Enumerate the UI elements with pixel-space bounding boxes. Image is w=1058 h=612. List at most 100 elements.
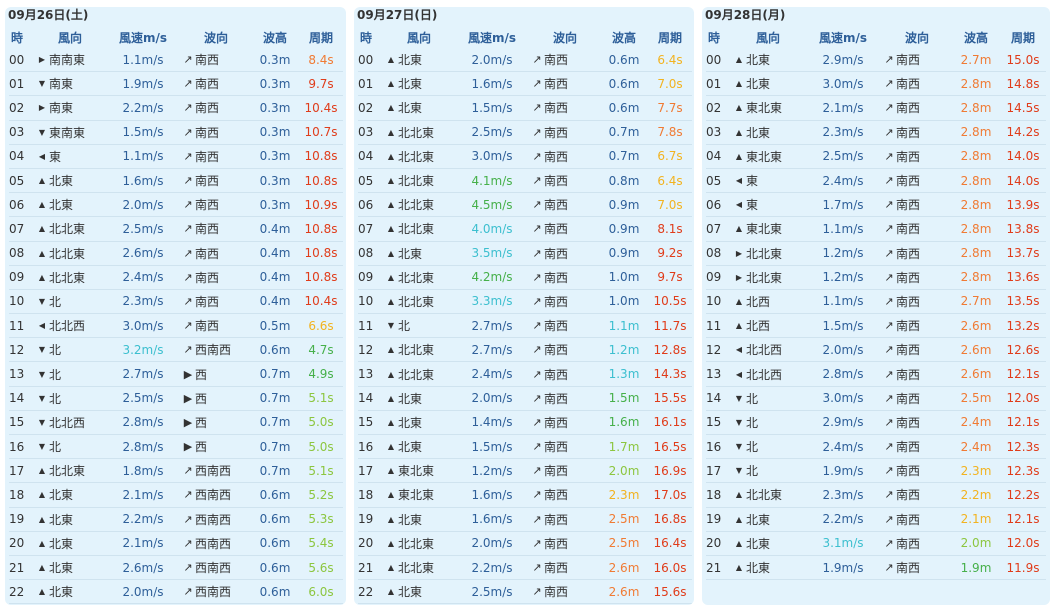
wind-speed-cell: 3.3m/s (454, 289, 530, 315)
wave-direction-cell: ↗ 南西 (882, 120, 952, 145)
arrow-northeast-icon: ↗ (884, 77, 894, 91)
arrow-northeast-icon: ↗ (532, 561, 542, 575)
wave-direction-label: 南西 (544, 464, 569, 479)
wave-height-cell: 2.8m (952, 144, 1000, 169)
wind-direction-label: 北東 (49, 488, 74, 503)
wind-direction-cell: ▲ 北東 (732, 120, 804, 145)
wave-height-cell: 0.7m (251, 361, 299, 387)
arrow-right-icon: ▶ (183, 440, 193, 454)
hour-cell: 04 (706, 144, 732, 169)
arrow-northeast-icon: ↗ (884, 343, 894, 357)
wind-direction-label: 北北東 (398, 125, 435, 140)
wave-direction-label: 南西 (896, 464, 921, 479)
wind-direction-label: 北 (49, 367, 62, 382)
wave-direction-cell: ↗ 南西 (882, 458, 952, 484)
wave-direction-label: 南西 (896, 149, 921, 164)
wind-direction-cell: ▼ 北 (35, 386, 105, 411)
wind-direction-label: 北 (49, 440, 62, 455)
forecast-panel-1: 09月26日(土) 時 風向 風速m/s 波向 波高 周期 00 ▶ 南南東 1.1m… (5, 7, 346, 605)
hour-cell: 14 (358, 386, 384, 411)
wave-height-cell: 2.1m (952, 507, 1000, 532)
wave-period-cell: 12.0s (1000, 531, 1046, 556)
hour-cell: 13 (9, 361, 35, 387)
wind-direction-cell: ▲ 北北東 (732, 482, 804, 508)
forecast-panel-2: 09月27日(日) 時 風向 風速m/s 波向 波高 周期 00 ▲ 北東 2.0m/… (354, 7, 694, 605)
hour-cell: 11 (706, 313, 732, 339)
table-row: 07 ▲ 北北東 2.5m/s ↗ 南西 0.4m 10.8s (9, 216, 343, 242)
wave-period-cell: 16.0s (648, 555, 692, 581)
hour-cell: 10 (706, 289, 732, 315)
table-row: 01 ▲ 北東 1.6m/s ↗ 南西 0.6m 7.0s (358, 71, 692, 97)
wave-direction-label: 南西 (544, 149, 569, 164)
wave-height-cell: 2.0m (952, 531, 1000, 556)
wind-speed-cell: 3.0m/s (454, 144, 530, 169)
arrow-northeast-icon: ↗ (532, 391, 542, 405)
hour-cell: 19 (9, 507, 35, 532)
wind-direction-cell: ▲ 北東 (732, 48, 804, 73)
wave-height-cell: 0.6m (251, 482, 299, 508)
wind-direction-cell: ▲ 北東 (384, 507, 454, 532)
table-row: 22 ▲ 北東 2.0m/s ↗ 西南西 0.6m 6.0s (9, 579, 343, 605)
table-row: 08 ▲ 北北東 2.6m/s ↗ 南西 0.4m 10.8s (9, 241, 343, 266)
arrow-up-icon: ▲ (38, 514, 46, 524)
wave-direction-label: 南西 (544, 77, 569, 92)
wave-direction-cell: ↗ 南西 (181, 313, 251, 339)
wave-direction-label: 南西 (544, 125, 569, 140)
wind-direction-cell: ▲ 北東 (35, 579, 105, 605)
wind-direction-label: 北北東 (398, 367, 435, 382)
wave-direction-label: 南西 (896, 222, 921, 237)
arrow-northeast-icon: ↗ (884, 512, 894, 526)
wind-speed-cell: 2.8m/s (804, 361, 882, 387)
table-row: 16 ▲ 北東 1.5m/s ↗ 南西 1.7m 16.5s (358, 434, 692, 460)
table-row: 15 ▼ 北 2.9m/s ↗ 南西 2.4m 12.1s (706, 410, 1046, 436)
wind-speed-cell: 1.1m/s (105, 144, 181, 169)
table-row: 13 ◀ 北北西 2.8m/s ↗ 南西 2.6m 12.1s (706, 361, 1046, 387)
wind-direction-cell: ▲ 北北東 (35, 216, 105, 242)
hour-cell: 00 (9, 48, 35, 73)
arrow-down-icon: ▼ (38, 417, 46, 427)
wave-direction-label: 南西 (896, 440, 921, 455)
wind-direction-cell: ▲ 北東 (384, 386, 454, 411)
wave-height-cell: 0.3m (251, 192, 299, 218)
wave-height-cell: 0.4m (251, 241, 299, 266)
wave-period-cell: 5.0s (299, 410, 343, 436)
wave-direction-label: 南西 (896, 367, 921, 382)
arrow-up-icon: ▲ (38, 490, 46, 500)
wind-speed-cell: 1.6m/s (105, 168, 181, 194)
wind-speed-cell: 2.3m/s (804, 120, 882, 145)
wave-direction-cell: ↗ 南西 (530, 192, 600, 218)
wave-direction-cell: ↗ 西南西 (181, 555, 251, 581)
wave-period-cell: 10.8s (299, 241, 343, 266)
wave-direction-cell: ↗ 西南西 (181, 482, 251, 508)
wind-direction-label: 北東 (49, 561, 74, 576)
wave-direction-label: 西 (195, 440, 208, 455)
wind-speed-cell: 2.4m/s (105, 265, 181, 290)
wind-direction-label: 北北東 (398, 343, 435, 358)
table-row: 06 ▲ 北北東 4.5m/s ↗ 南西 0.9m 7.0s (358, 192, 692, 218)
hour-cell: 05 (9, 168, 35, 194)
wave-direction-cell: ↗ 南西 (530, 531, 600, 556)
wind-direction-cell: ▲ 北北東 (384, 216, 454, 242)
wave-height-cell: 0.6m (600, 71, 648, 97)
hour-cell: 07 (358, 216, 384, 242)
wind-direction-label: 北東 (398, 101, 423, 116)
wave-period-cell: 10.4s (299, 289, 343, 315)
wind-direction-label: 北北東 (398, 294, 435, 309)
wave-period-cell: 10.8s (299, 216, 343, 242)
arrow-up-icon: ▲ (735, 490, 743, 500)
wind-direction-label: 北 (746, 415, 759, 430)
wave-direction-label: 南西 (195, 77, 220, 92)
wind-speed-cell: 1.6m/s (454, 482, 530, 508)
header-wind-direction: 風向 (57, 30, 82, 45)
header-wind-speed: 風速m/s (467, 30, 517, 45)
arrow-northeast-icon: ↗ (532, 125, 542, 139)
header-hour: 時 (708, 30, 721, 45)
hour-cell: 12 (9, 337, 35, 363)
header-wave-height: 波高 (262, 30, 287, 45)
wind-direction-cell: ▲ 北北東 (35, 458, 105, 484)
arrow-down-icon: ▼ (38, 296, 46, 306)
wind-speed-cell: 2.6m/s (105, 241, 181, 266)
hour-cell: 13 (358, 361, 384, 387)
forecast-table: 時 風向 風速m/s 波向 波高 周期 00 ▶ 南南東 1.1m/s ↗ 南西 0.3m 8… (9, 26, 343, 605)
wave-direction-label: 南西 (896, 561, 921, 576)
